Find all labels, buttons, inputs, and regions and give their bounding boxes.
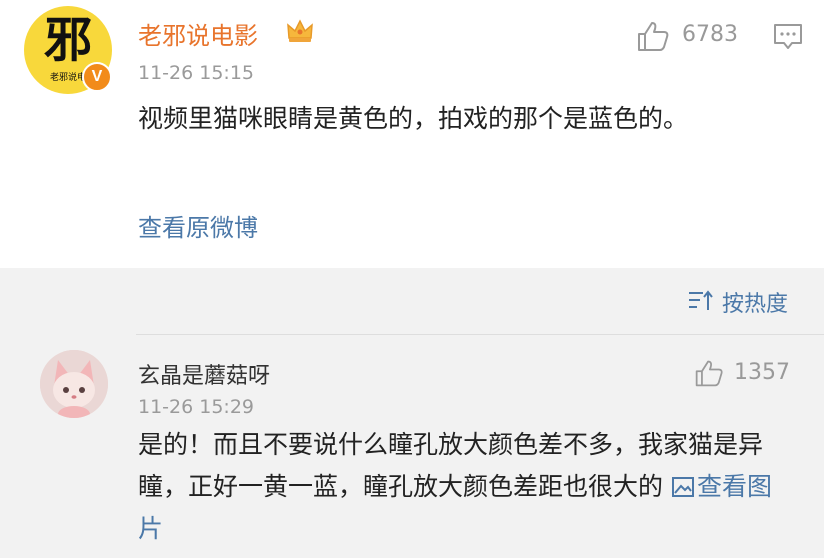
comment-text-block: 是的！而且不要说什么瞳孔放大颜色差不多，我家猫是异瞳，正好一黄一蓝，瞳孔放大颜色… bbox=[138, 424, 788, 550]
avatar-glyph: 邪 bbox=[43, 12, 92, 68]
comment-like-count: 1357 bbox=[734, 360, 790, 385]
thumbs-up-icon[interactable] bbox=[694, 358, 724, 388]
post-timestamp: 11-26 15:15 bbox=[138, 62, 255, 84]
commenter-avatar[interactable] bbox=[40, 350, 108, 418]
divider bbox=[136, 334, 824, 335]
original-post: 邪 老邪说电 V 老邪说电影 11-26 15:15 6783 视频里猫咪眼睛是… bbox=[0, 0, 824, 268]
comment-timestamp: 11-26 15:29 bbox=[138, 396, 255, 418]
post-like-count: 6783 bbox=[682, 22, 738, 47]
sort-by-hot-button[interactable]: 按热度 bbox=[722, 286, 788, 318]
crown-icon bbox=[287, 19, 313, 42]
comment-icon[interactable] bbox=[772, 22, 804, 52]
post-text: 视频里猫咪眼睛是黄色的，拍戏的那个是蓝色的。 bbox=[138, 104, 689, 133]
post-author-name[interactable]: 老邪说电影 bbox=[138, 16, 258, 51]
pink-fox-illustration bbox=[40, 350, 108, 418]
sort-icon[interactable] bbox=[688, 290, 714, 312]
image-icon bbox=[671, 477, 694, 497]
verified-badge: V bbox=[82, 62, 112, 92]
comment-text: 是的！而且不要说什么瞳孔放大颜色差不多，我家猫是异瞳，正好一黄一蓝，瞳孔放大颜色… bbox=[138, 430, 764, 501]
comment-author-name[interactable]: 玄晶是蘑菇呀 bbox=[138, 358, 270, 390]
view-original-link[interactable]: 查看原微博 bbox=[138, 208, 258, 243]
thumbs-up-icon[interactable] bbox=[636, 20, 670, 52]
